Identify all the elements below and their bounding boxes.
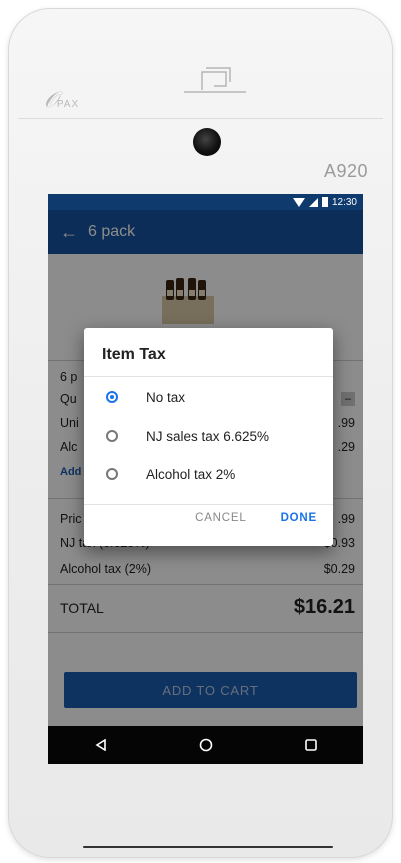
option-alcohol-tax[interactable]: Alcohol tax 2%	[106, 459, 323, 489]
nav-back-icon[interactable]	[81, 739, 121, 751]
dialog-actions: CANCEL DONE	[195, 512, 317, 524]
radio-unchecked-icon[interactable]	[106, 468, 118, 480]
model-label: A920	[324, 161, 369, 181]
wifi-icon	[292, 197, 305, 207]
device-screen: 12:30 ← 6 pack 6 p Qu – Uni .99 Alc .29	[48, 194, 363, 764]
brand-logo: 𝒪PAX	[44, 88, 80, 113]
signal-icon	[308, 197, 318, 207]
dialog-title: Item Tax	[102, 346, 166, 363]
nav-home-icon[interactable]	[186, 738, 226, 752]
card-slot-icon	[184, 67, 246, 93]
item-tax-dialog: Item Tax No tax NJ sales tax 6.625% Alco…	[84, 328, 333, 546]
dialog-divider	[84, 504, 333, 505]
done-button[interactable]: DONE	[281, 512, 317, 524]
android-nav-bar	[48, 726, 363, 764]
device-seam	[18, 118, 383, 119]
option-nj-sales-tax[interactable]: NJ sales tax 6.625%	[106, 421, 323, 451]
battery-icon	[321, 197, 328, 207]
camera-lens	[193, 128, 221, 156]
dialog-divider	[84, 376, 333, 377]
radio-unchecked-icon[interactable]	[106, 430, 118, 442]
radio-checked-icon[interactable]	[106, 391, 118, 403]
status-time: 12:30	[331, 196, 357, 208]
status-bar: 12:30	[48, 194, 363, 210]
nav-recents-icon[interactable]	[291, 739, 331, 751]
cancel-button[interactable]: CANCEL	[195, 512, 246, 524]
option-no-tax[interactable]: No tax	[106, 382, 323, 412]
device-bottom-line	[83, 846, 333, 848]
